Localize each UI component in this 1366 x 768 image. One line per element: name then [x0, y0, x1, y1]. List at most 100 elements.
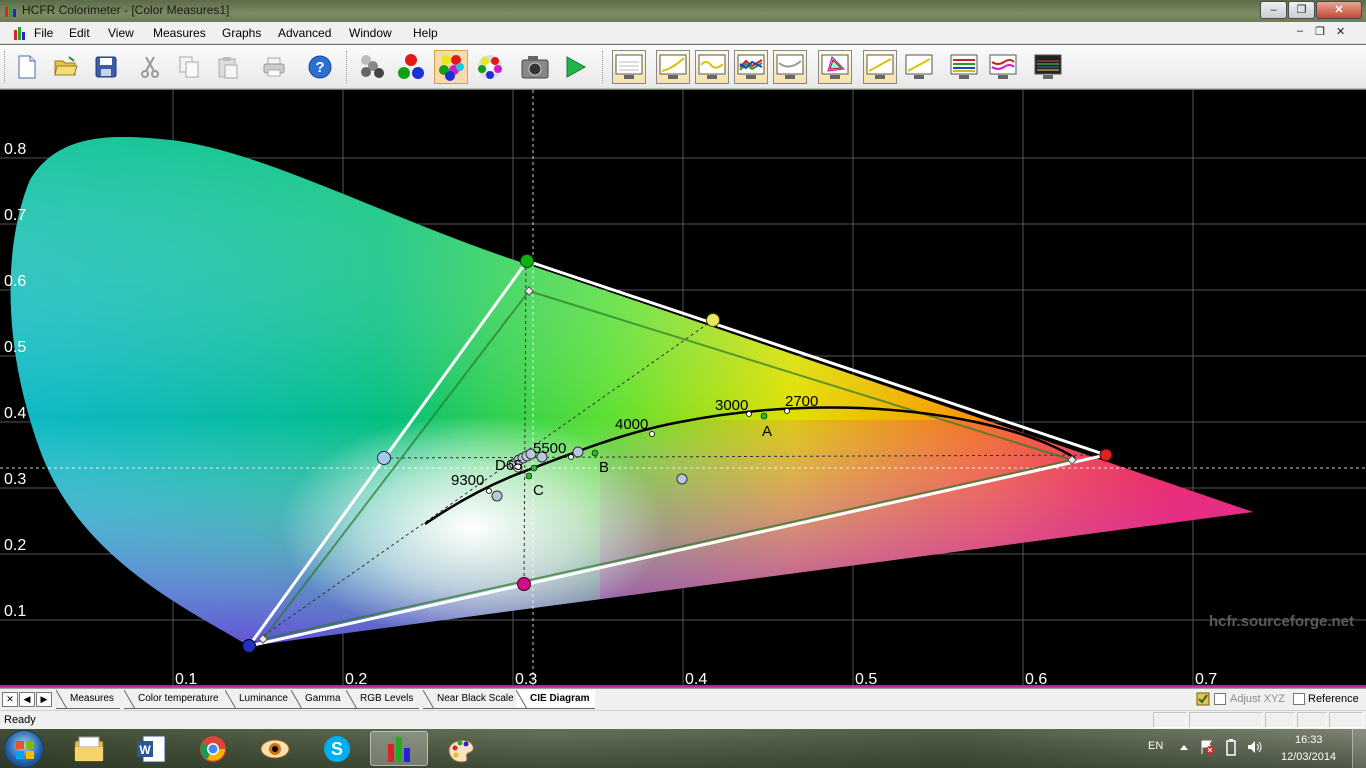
monitor-rgb-lines-icon — [737, 54, 765, 79]
menu-window[interactable]: Window — [349, 26, 392, 40]
toolbar: ? — [0, 45, 1366, 89]
play-icon — [566, 56, 587, 78]
last-tab-button[interactable]: ▶ — [36, 692, 52, 707]
graph-screen-3-button[interactable] — [695, 50, 729, 84]
window-title: HCFR Colorimeter - [Color Measures1] — [22, 3, 230, 17]
taskbar-eye-app[interactable] — [246, 731, 304, 766]
taskbar-file-explorer[interactable] — [60, 731, 118, 766]
cyan-secondary-point — [377, 451, 391, 465]
graph-screen-7-button[interactable] — [863, 50, 897, 84]
save-icon — [95, 56, 117, 78]
menu-edit[interactable]: Edit — [69, 26, 90, 40]
power-icon[interactable] — [1224, 739, 1238, 757]
monitor-multiline-icon — [950, 54, 978, 79]
clock-time[interactable]: 16:33 — [1295, 734, 1323, 746]
cut-button[interactable] — [133, 50, 167, 84]
blue-primary-point — [242, 639, 256, 653]
mdi-close-button[interactable]: ✕ — [1336, 25, 1345, 38]
camera-button[interactable] — [518, 50, 552, 84]
tab-measures[interactable]: Measures — [56, 690, 120, 709]
graph-screen-8-button[interactable] — [902, 50, 936, 84]
tab-label: Measures — [70, 693, 114, 704]
mdi-minimize-button[interactable]: – — [1297, 25, 1303, 37]
paste-button[interactable] — [211, 50, 245, 84]
tab-gamma[interactable]: Gamma — [291, 690, 347, 709]
reference-checkbox[interactable] — [1293, 693, 1305, 705]
svg-text:W: W — [139, 743, 151, 757]
tab-label: Luminance — [239, 693, 288, 704]
y-tick-label: 0.7 — [4, 207, 26, 224]
menu-view[interactable]: View — [108, 26, 134, 40]
graph-screen-9-button[interactable] — [947, 50, 981, 84]
start-button[interactable] — [4, 730, 44, 768]
language-indicator[interactable]: EN — [1148, 740, 1163, 752]
close-sheet-button[interactable]: ✕ — [2, 692, 18, 707]
print-button[interactable] — [257, 50, 291, 84]
play-button[interactable] — [558, 50, 592, 84]
tab-rgb-levels[interactable]: RGB Levels — [346, 690, 420, 709]
menu-graphs[interactable]: Graphs — [222, 26, 261, 40]
taskbar-chrome[interactable] — [184, 731, 242, 766]
taskbar-paint[interactable] — [432, 731, 490, 766]
reference-label: Reference — [1308, 693, 1359, 705]
menu-help[interactable]: Help — [413, 26, 438, 40]
svg-text:?: ? — [315, 59, 324, 76]
clock-date[interactable]: 12/03/2014 — [1281, 751, 1336, 763]
save-button[interactable] — [89, 50, 123, 84]
status-panel — [1153, 712, 1187, 728]
monitor-yellow-line-icon — [905, 54, 933, 79]
tab-luminance[interactable]: Luminance — [225, 690, 294, 709]
menu-measures[interactable]: Measures — [153, 26, 206, 40]
toolbar-grip — [602, 51, 605, 83]
measure-primaries-button[interactable] — [394, 50, 428, 84]
menu-advanced[interactable]: Advanced — [278, 26, 331, 40]
measure-all-colors-button[interactable] — [473, 50, 507, 84]
adjust-xyz-checkbox[interactable] — [1214, 693, 1226, 705]
cct-label-3000: 3000 — [715, 397, 748, 414]
measure-grayscale-button[interactable] — [355, 50, 389, 84]
graph-screen-11-button[interactable] — [1031, 50, 1065, 84]
close-button[interactable]: ✕ — [1316, 1, 1362, 19]
graph-screen-1-button[interactable] — [612, 50, 646, 84]
monitor-gray-curve-icon — [776, 54, 804, 79]
first-tab-button[interactable]: ◀ — [19, 692, 35, 707]
new-document-button[interactable] — [10, 50, 44, 84]
menu-file[interactable]: File — [34, 26, 53, 40]
taskbar-word[interactable]: W — [122, 731, 180, 766]
maximize-button[interactable]: ❐ — [1288, 1, 1315, 19]
action-center-flag-icon[interactable] — [1199, 739, 1215, 755]
menu-bar: File Edit View Measures Graphs Advanced … — [0, 22, 1366, 44]
cie-diagram[interactable]: 0.8 0.7 0.6 0.5 0.4 0.3 0.2 0.1 0.1 0.2 … — [0, 90, 1366, 687]
measure-saturations-button[interactable] — [434, 50, 468, 84]
tab-cie-diagram[interactable]: CIE Diagram — [516, 690, 596, 709]
illuminant-label-d65: D65 — [495, 457, 523, 474]
watermark: hcfr.sourceforge.net — [1209, 613, 1354, 630]
y-tick-label: 0.4 — [4, 405, 26, 422]
tab-near-black-scale[interactable]: Near Black Scale — [423, 690, 520, 709]
graph-cie-button[interactable] — [818, 50, 852, 84]
copy-button[interactable] — [172, 50, 206, 84]
taskbar-hcfr-colorimeter[interactable] — [370, 731, 428, 766]
chrome-icon — [200, 735, 226, 762]
volume-icon[interactable] — [1247, 740, 1263, 754]
word-icon: W — [137, 735, 166, 762]
graph-screen-10-button[interactable] — [986, 50, 1020, 84]
open-button[interactable] — [49, 50, 83, 84]
show-hidden-icons-icon[interactable] — [1179, 743, 1189, 751]
graph-screen-4-button[interactable] — [734, 50, 768, 84]
toolbar-grip — [4, 51, 7, 83]
taskbar: W S EN 16:33 12/03/2014 — [0, 729, 1366, 768]
illuminant-label-b: B — [599, 459, 609, 476]
monitor-yellow-line-icon — [866, 54, 894, 79]
adjust-xyz-label: Adjust XYZ — [1230, 693, 1286, 705]
graph-screen-2-button[interactable] — [656, 50, 690, 84]
minimize-button[interactable]: – — [1260, 1, 1287, 19]
graph-screen-5-button[interactable] — [773, 50, 807, 84]
mdi-restore-button[interactable]: ❐ — [1315, 25, 1325, 38]
x-tick-label: 0.5 — [855, 671, 877, 687]
show-desktop-button[interactable] — [1352, 729, 1366, 768]
sheet-tabs: ✕ ◀ ▶ Measures Color temperature Luminan… — [0, 688, 1366, 710]
help-button[interactable]: ? — [303, 50, 337, 84]
tab-color-temperature[interactable]: Color temperature — [124, 690, 225, 709]
taskbar-skype[interactable]: S — [308, 731, 366, 766]
